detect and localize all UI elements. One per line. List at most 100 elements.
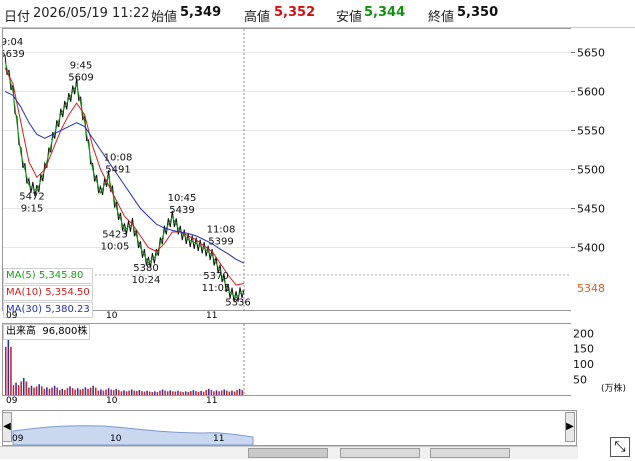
volume-bar: [120, 391, 123, 395]
volume-bar: [215, 390, 218, 395]
volume-bar: [82, 388, 84, 395]
volume-bar: [58, 390, 61, 395]
annotation-label: 5609: [68, 72, 93, 83]
low-value: 5,344: [364, 5, 406, 20]
volume-bar: [115, 388, 118, 395]
volume-bar: [53, 385, 56, 395]
volume-bar: [159, 390, 161, 395]
volume-bar: [190, 391, 192, 395]
annotation-label: 10:45: [168, 193, 197, 204]
volume-bar: [141, 391, 143, 395]
volume-legend-box: 出来高 96,800株: [3, 324, 91, 340]
volume-bar: [241, 390, 243, 395]
volume-time-axis: 09 10 11: [2, 396, 573, 408]
price-axis: 5650 5600 5550 5500 5450 5400 5348: [571, 28, 633, 311]
date-label: 日付: [4, 10, 31, 25]
volume-bar: [125, 391, 128, 395]
volume-bar: [46, 387, 48, 395]
volume-bar: [130, 389, 133, 395]
volume-bar: [87, 388, 89, 395]
datetime-value: 2026/05/19 11:22: [33, 6, 150, 21]
quote-header: 日付 2026/05/19 11:22 始値 5,349 高値 5,352 安値…: [0, 0, 635, 28]
ma10-name: MA(10): [6, 287, 42, 298]
right-arrow-icon: ▶: [566, 421, 574, 432]
volume-bar: [148, 391, 151, 395]
price-tick-label: 5400: [577, 242, 605, 255]
volume-bar: [100, 389, 102, 395]
volume-bar: [79, 389, 82, 395]
vol-time-label-11: 11: [206, 396, 218, 406]
volume-tick-label: 50: [573, 374, 587, 387]
ma5-value: 5,345.80: [38, 270, 84, 281]
volume-bar: [123, 390, 125, 395]
annotation-label: 5380: [133, 263, 158, 274]
volume-bar: [128, 390, 130, 395]
volume-bar: [61, 388, 64, 395]
volume-bar: [20, 381, 22, 395]
scrollbar-thumb[interactable]: [248, 448, 328, 458]
high-label: 高値: [244, 10, 271, 25]
volume-value: 96,800株: [42, 326, 88, 337]
nav-time-09: 09: [12, 434, 24, 444]
volume-bar: [107, 388, 110, 395]
volume-bar: [197, 391, 200, 395]
volume-bar: [174, 391, 177, 395]
annotation-label: 5336: [225, 298, 250, 309]
volume-bar: [218, 391, 220, 395]
volume-bar: [172, 391, 174, 395]
ma10-value: 5,354.50: [45, 287, 90, 298]
volume-bar: [64, 390, 66, 395]
volume-bar: [112, 390, 115, 395]
volume-bar: [202, 391, 205, 395]
volume-bar: [169, 390, 172, 395]
volume-bar: [10, 346, 12, 395]
annotation-label: 5439: [169, 205, 194, 216]
volume-bar: [136, 391, 138, 395]
volume-bar: [15, 382, 17, 395]
annotation-label: 5370: [203, 271, 228, 282]
volume-bar: [56, 387, 58, 395]
range-navigator[interactable]: 09 10 11: [2, 410, 577, 446]
annotation-label: 9:04: [3, 37, 23, 48]
scroll-right-button[interactable]: ▶: [565, 412, 575, 442]
horizontal-scrollbar[interactable]: [0, 446, 578, 459]
navigator-overview: 09 10 11: [12, 425, 254, 446]
left-arrow-icon: ◀: [3, 421, 11, 432]
volume-bars: [5, 334, 243, 395]
open-value: 5,349: [180, 5, 222, 20]
low-label: 安値: [336, 10, 363, 25]
annotation-label: 10:08: [104, 153, 133, 164]
close-label: 終値: [428, 10, 455, 25]
volume-bar: [94, 387, 97, 395]
price-tick-label: 5600: [577, 85, 605, 98]
scroll-left-button[interactable]: ◀: [2, 412, 12, 442]
volume-bar: [161, 389, 164, 395]
volume-bar: [89, 387, 92, 395]
volume-bar: [71, 388, 74, 395]
price-axis-labels: 5650 5600 5550 5500 5450 5400 5348: [571, 46, 605, 295]
volume-bar: [25, 381, 28, 395]
volume-bar: [210, 390, 213, 395]
volume-bar: [208, 388, 210, 395]
high-value: 5,352: [274, 5, 316, 20]
annotation-label: 11:08: [207, 224, 236, 235]
scrollbar-track-segment-2: [430, 448, 510, 458]
volume-bar: [238, 388, 241, 395]
volume-bar: [48, 388, 51, 395]
price-time-axis: 09 10 11: [2, 311, 573, 323]
volume-bar: [84, 387, 87, 395]
volume-bar: [40, 386, 43, 395]
volume-bar: [220, 390, 223, 395]
volume-bar: [22, 378, 25, 395]
volume-unit-label: (万株): [601, 382, 626, 394]
volume-bar: [35, 386, 38, 395]
open-label: 始値: [151, 10, 178, 25]
annotation-label: 5472: [19, 191, 44, 202]
volume-bar: [30, 385, 33, 395]
volume-bar: [138, 390, 141, 395]
nav-time-11: 11: [213, 434, 224, 444]
volume-bar: [182, 392, 184, 395]
ma5-legend: MA(5) 5,345.80: [3, 268, 93, 284]
volume-bar: [12, 385, 15, 395]
resize-button[interactable]: ⤡: [610, 437, 630, 457]
